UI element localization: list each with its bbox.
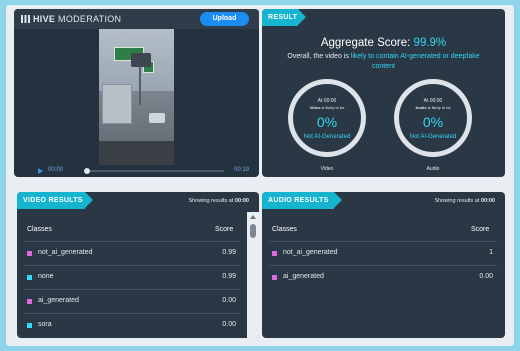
car-carrier-trailer [102,84,132,124]
aggregate-summary: Overall, the video is likely to contain … [287,53,480,70]
hive-logo-icon [21,15,30,23]
class-color-swatch [272,251,277,256]
video-results-tag: VIDEO RESULTS [17,192,93,209]
seek-bar[interactable] [86,170,224,172]
video-results-panel: VIDEO RESULTS Showing results at 00:00 C… [17,192,259,338]
scrollbar[interactable] [247,212,259,338]
video-gauge-label: Not AI-Generated [303,134,351,140]
column-header-score: Score [215,226,234,233]
table-row: sora 0.00 [24,313,240,337]
class-color-swatch [27,323,32,328]
scroll-up-arrow-icon[interactable] [250,215,256,219]
app-header: HIVE MODERATION Upload [14,9,259,29]
audio-gauge-percent: 0% [422,114,444,130]
video-table-header: Classes Score [17,223,259,239]
class-color-swatch [27,299,32,304]
result-tag: RESULT [262,9,306,26]
class-score: 0.00 [222,321,236,328]
class-color-swatch [27,251,32,256]
video-gauge: At 00:00 Video is likely to be 0% Not AI… [288,79,366,157]
class-name: sora [38,321,52,328]
table-row: none 0.99 [24,265,240,289]
class-score: 0.00 [222,297,236,304]
class-score: 0.99 [222,273,236,280]
video-gauge-caption: Video [320,166,334,172]
audio-showing-results: Showing results at 00:00 [434,198,495,204]
result-panel: RESULT Aggregate Score: 99.9% Overall, t… [262,9,505,177]
class-score: 0.99 [222,249,236,256]
table-row: not_ai_generated 1 [269,241,497,265]
video-gauge-percent: 0% [316,114,338,130]
video-showing-results: Showing results at 00:00 [188,198,249,204]
video-controls: 00:00 00:19 [14,165,259,177]
aggregate-score-value: 99.9% [413,37,447,49]
class-color-swatch [272,275,277,280]
class-name: ai_generated [283,273,324,280]
audio-table-header: Classes Score [262,223,505,239]
class-name: none [38,273,54,280]
class-score: 1 [489,249,493,256]
class-score: 0.00 [479,273,493,280]
table-row: not_ai_generated 0.99 [24,241,240,265]
class-name: ai_generated [38,297,79,304]
column-header-classes: Classes [27,226,52,233]
column-header-score: Score [471,226,490,233]
hive-logo: HIVE MODERATION [21,14,121,24]
video-player-panel: HIVE MODERATION Upload 00:00 00:19 [14,9,259,177]
column-header-classes: Classes [272,226,297,233]
audio-results-tag: AUDIO RESULTS [262,192,342,209]
car-dashboard [99,141,174,165]
class-name: not_ai_generated [283,249,338,256]
class-color-swatch [27,275,32,280]
scrollbar-thumb[interactable] [250,224,256,238]
duration: 00:19 [234,167,250,173]
video-frame[interactable] [99,29,174,165]
audio-gauge-caption: Audio [426,166,440,172]
aggregate-score: Aggregate Score: 99.9% [320,37,447,49]
table-row: ai_generated 0.00 [269,265,497,289]
seek-handle[interactable] [84,168,90,174]
audio-gauge: At 00:00 Audio is likely to be 0% Not AI… [394,79,472,157]
current-time: 00:00 [48,167,64,173]
audio-results-panel: AUDIO RESULTS Showing results at 00:00 C… [262,192,505,338]
audio-gauge-label: Not AI-Generated [409,134,457,140]
table-row: ai_generated 0.00 [24,289,240,313]
play-icon[interactable] [38,168,43,174]
class-name: not_ai_generated [38,249,93,256]
upload-button[interactable]: Upload [200,12,249,26]
